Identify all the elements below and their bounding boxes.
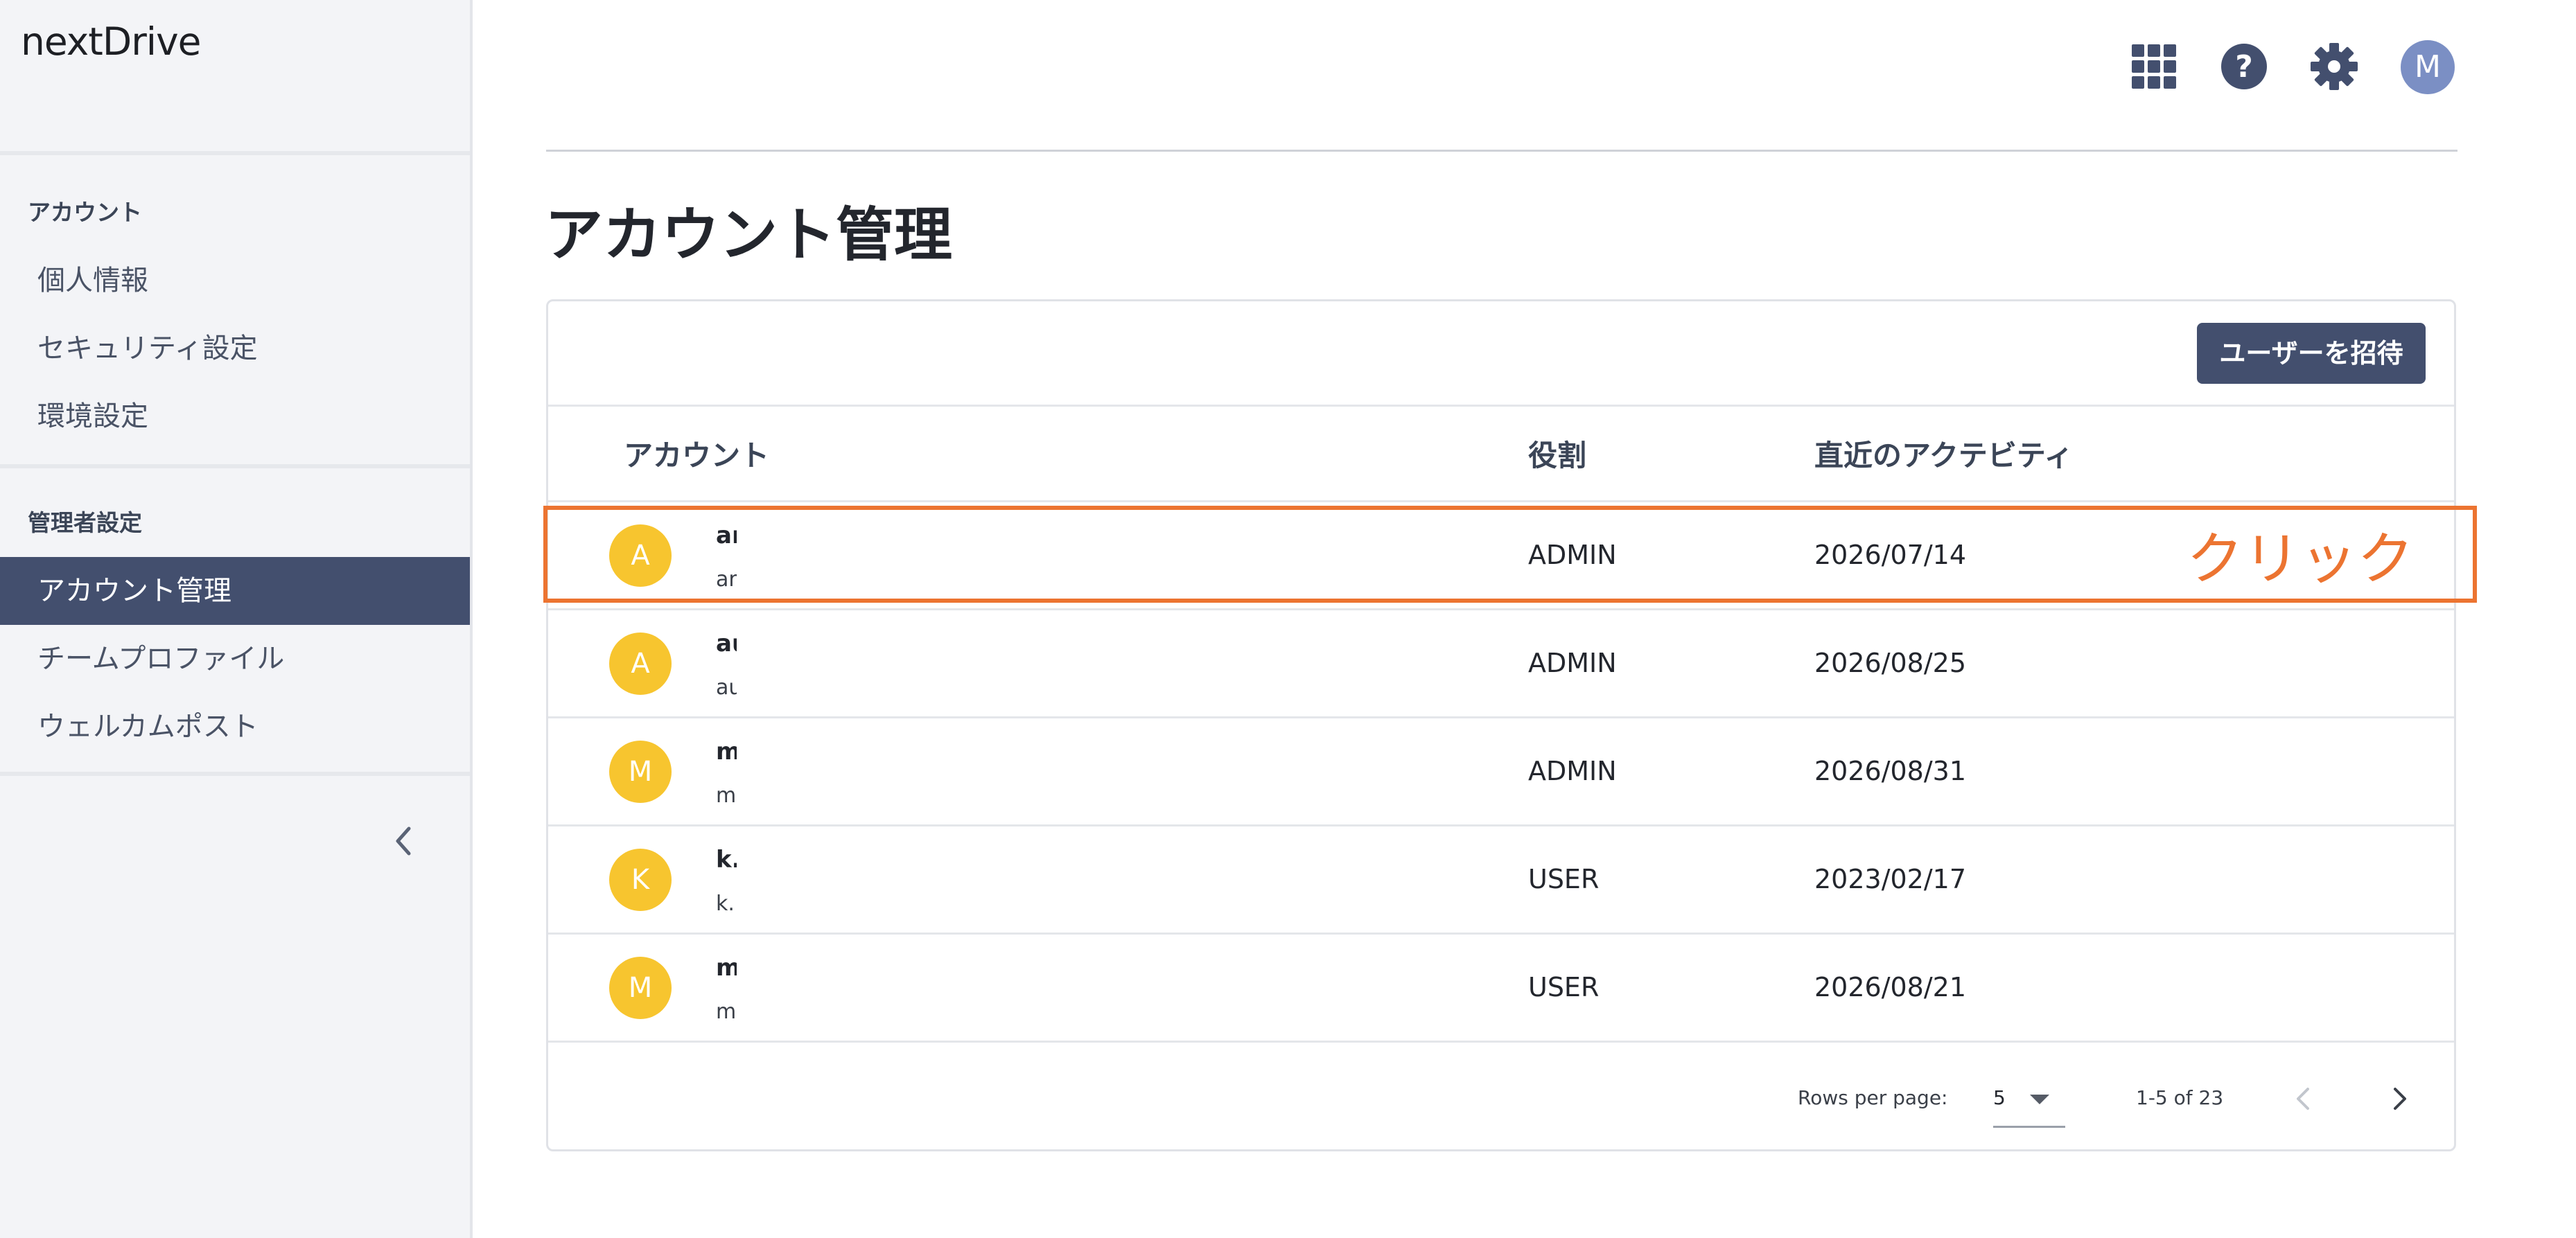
sidebar-item-security[interactable]: セキュリティ設定	[0, 315, 470, 382]
app-window: nextDrive アカウント 個人情報 セキュリティ設定 環境設定 管理者設定…	[0, 0, 2576, 1238]
page-title: アカウント管理	[545, 201, 953, 269]
chevron-left-icon	[2297, 1088, 2309, 1110]
redaction-mask	[737, 718, 1513, 825]
row-avatar: K	[609, 849, 672, 911]
row-role: ADMIN	[1528, 756, 1617, 786]
row-role: ADMIN	[1528, 648, 1617, 678]
row-last-activity: 2023/02/17	[1814, 864, 1967, 894]
row-last-activity: 2026/08/21	[1814, 972, 1967, 1002]
table-divider	[548, 1041, 2454, 1043]
row-avatar: M	[609, 957, 672, 1019]
pagination-range: 1-5 of 23	[2136, 1086, 2224, 1109]
sidebar-section-account: アカウント	[28, 199, 142, 226]
sidebar-divider	[0, 772, 470, 776]
sidebar-item-account-management[interactable]: アカウント管理	[0, 557, 470, 625]
column-header-account[interactable]: アカウント	[624, 432, 769, 475]
next-page-button[interactable]	[2383, 1082, 2416, 1115]
sidebar: nextDrive アカウント 個人情報 セキュリティ設定 環境設定 管理者設定…	[0, 0, 473, 1238]
row-last-activity: 2026/08/31	[1814, 756, 1967, 786]
row-email: k.	[716, 892, 735, 916]
sidebar-item-team-profile[interactable]: チームプロファイル	[0, 625, 470, 693]
row-last-activity: 2026/08/25	[1814, 648, 1967, 678]
row-email: m	[716, 784, 737, 808]
invite-user-button[interactable]: ユーザーを招待	[2197, 323, 2426, 384]
sidebar-item-personal-info[interactable]: 個人情報	[0, 247, 470, 315]
sidebar-divider	[0, 151, 470, 155]
row-avatar: M	[609, 741, 672, 803]
rows-per-page-label: Rows per page:	[1798, 1086, 1948, 1109]
column-header-activity[interactable]: 直近のアクテビティ	[1814, 432, 2073, 475]
table-row[interactable]: M m m USER 2026/08/21	[548, 935, 2454, 1041]
sidebar-item-preferences[interactable]: 環境設定	[0, 382, 470, 450]
svg-text:?: ?	[2235, 49, 2253, 85]
row-role: USER	[1528, 864, 1600, 894]
table-row[interactable]: K k. k. USER 2023/02/17	[548, 826, 2454, 933]
redaction-mask	[737, 610, 1513, 717]
help-icon[interactable]: ?	[2218, 40, 2270, 93]
row-avatar: A	[609, 633, 672, 695]
table-divider	[548, 405, 2454, 407]
sidebar-divider	[0, 464, 470, 468]
redaction-mask	[737, 826, 1513, 933]
table-row[interactable]: M m m ADMIN 2026/08/31	[548, 718, 2454, 825]
sidebar-section-admin: 管理者設定	[28, 509, 142, 536]
caret-down-icon	[2030, 1095, 2049, 1104]
user-avatar[interactable]: M	[2401, 40, 2455, 94]
previous-page-button[interactable]	[2287, 1082, 2320, 1115]
row-email: m	[716, 1000, 737, 1024]
rows-per-page-value: 5	[1993, 1086, 2006, 1109]
chevron-right-icon	[2394, 1088, 2406, 1110]
redaction-mask	[737, 935, 1513, 1041]
gear-icon[interactable]	[2308, 40, 2360, 93]
apps-grid-icon[interactable]	[2128, 40, 2180, 93]
column-header-role[interactable]: 役割	[1528, 432, 1586, 475]
app-logo: nextDrive	[21, 19, 201, 64]
rows-per-page-select[interactable]: 5	[1993, 1072, 2065, 1128]
header-divider	[546, 150, 2457, 152]
table-row[interactable]: A au au ADMIN 2026/08/25	[548, 610, 2454, 717]
sidebar-item-welcome-post[interactable]: ウェルカムポスト	[0, 693, 470, 761]
row-role: USER	[1528, 972, 1600, 1002]
click-annotation-label: クリック	[2187, 527, 2415, 592]
chevron-left-icon[interactable]	[388, 824, 421, 858]
